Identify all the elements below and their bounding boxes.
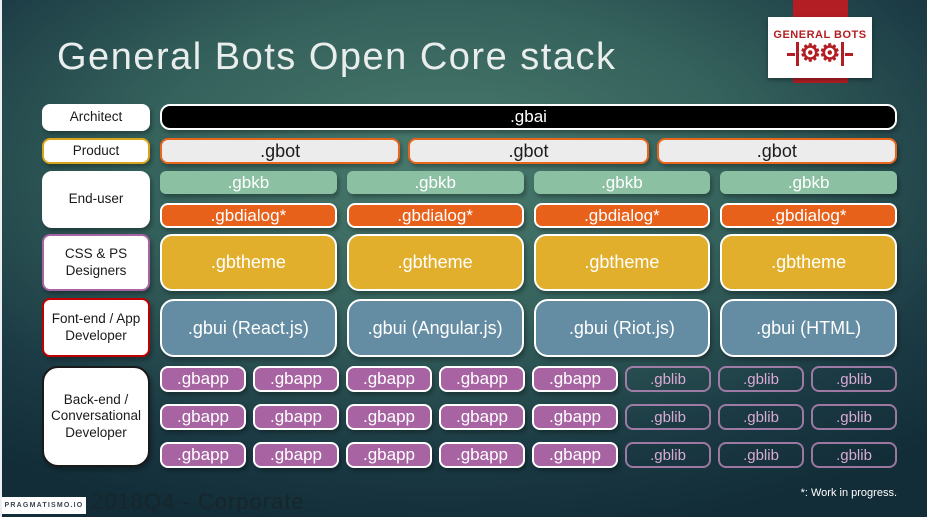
layer-gbkb-cell: .gbkb — [160, 171, 337, 194]
layer-gbdialog-cell: .gbdialog* — [720, 203, 897, 228]
backend-gbapp-cell: .gbapp — [160, 442, 246, 468]
edition-label: 2018Q4 - Corporate — [91, 489, 305, 514]
role-label-product: Product — [42, 138, 150, 164]
layer-gbot-cell: .gbot — [656, 138, 897, 164]
slide-edge-line — [0, 0, 2, 517]
role-label-css-ps-designers: CSS & PS Designers — [42, 234, 150, 291]
backend-gblib-cell: .gblib — [811, 404, 897, 430]
layer-row-gbai: .gbai — [160, 104, 897, 130]
layer-gbtheme-cell: .gbtheme — [533, 234, 711, 291]
role-label-architect: Architect — [42, 104, 150, 131]
backend-gbapp-cell: .gbapp — [346, 442, 432, 468]
logo-bar — [840, 42, 844, 66]
work-in-progress-note: *: Work in progress. — [800, 487, 897, 499]
layer-gbtheme-cell: .gbtheme — [720, 234, 897, 291]
layer-gbui-cell: .gbui (HTML) — [720, 299, 897, 357]
backend-gblib-cell: .gblib — [625, 442, 711, 468]
backend-gblib-cell: .gblib — [625, 366, 711, 392]
backend-gbapp-cell: .gbapp — [532, 442, 618, 468]
general-bots-logo: GENERAL BOTS ⚙ ⚙ — [768, 17, 872, 78]
backend-gbapp-cell: .gbapp — [253, 442, 339, 468]
logo-line — [844, 52, 853, 56]
layer-row-gbot: .gbot .gbot .gbot — [160, 138, 897, 164]
slide-title: General Bots Open Core stack — [57, 36, 617, 78]
backend-gblib-cell: .gblib — [811, 366, 897, 392]
layer-gbui-cell: .gbui (Angular.js) — [346, 299, 524, 357]
backend-gbapp-cell: .gbapp — [253, 366, 339, 392]
layer-gbtheme-cell: .gbtheme — [346, 234, 524, 291]
layer-gbtheme-cell: .gbtheme — [160, 234, 337, 291]
role-label-frontend-app-developer: Font-end / App Developer — [42, 298, 150, 357]
layer-gbai-cell: .gbai — [160, 104, 897, 130]
backend-row-1: .gbapp .gbapp .gbapp .gbapp .gbapp .gbli… — [160, 366, 897, 392]
layer-gbui-cell: .gbui (React.js) — [160, 299, 337, 357]
backend-row-3: .gbapp .gbapp .gbapp .gbapp .gbapp .gbli… — [160, 442, 897, 468]
backend-gbapp-cell: .gbapp — [532, 366, 618, 392]
layer-gbkb-cell: .gbkb — [533, 171, 711, 194]
backend-gblib-cell: .gblib — [625, 404, 711, 430]
backend-gbapp-cell: .gbapp — [160, 366, 246, 392]
backend-gbapp-cell: .gbapp — [439, 366, 525, 392]
layer-row-gbui: .gbui (React.js) .gbui (Angular.js) .gbu… — [160, 299, 897, 357]
backend-gbapp-cell: .gbapp — [346, 366, 432, 392]
layer-gbdialog-cell: .gbdialog* — [533, 203, 711, 228]
backend-gblib-cell: .gblib — [811, 442, 897, 468]
backend-gbapp-cell: .gbapp — [160, 404, 246, 430]
backend-gbapp-cell: .gbapp — [439, 442, 525, 468]
backend-gblib-cell: .gblib — [718, 442, 804, 468]
gear-icon: ⚙ — [819, 40, 841, 67]
backend-row-2: .gbapp .gbapp .gbapp .gbapp .gbapp .gbli… — [160, 404, 897, 430]
role-label-backend-conversational-developer: Back-end / Conversational Developer — [42, 366, 150, 467]
layer-row-gbtheme: .gbtheme .gbtheme .gbtheme .gbtheme — [160, 234, 897, 291]
stack-diagram: .gbai .gbot .gbot .gbot .gbkb .gbkb .gbk… — [160, 104, 897, 468]
logo-gears: ⚙ ⚙ — [787, 40, 853, 67]
backend-gblib-cell: .gblib — [718, 404, 804, 430]
backend-gbapp-cell: .gbapp — [532, 404, 618, 430]
logo-line — [787, 52, 796, 56]
gear-icon: ⚙ — [799, 40, 821, 67]
layer-gbkb-cell: .gbkb — [346, 171, 524, 194]
pragmatismo-watermark: PRAGMATISMO.IO — [2, 497, 86, 514]
layer-row-gbdialog: .gbdialog* .gbdialog* .gbdialog* .gbdial… — [160, 203, 897, 228]
layer-gbdialog-cell: .gbdialog* — [160, 203, 337, 228]
role-label-end-user: End-user — [42, 171, 150, 228]
layer-gbui-cell: .gbui (Riot.js) — [533, 299, 711, 357]
layer-gbdialog-cell: .gbdialog* — [346, 203, 524, 228]
layer-gbot-cell: .gbot — [408, 138, 649, 164]
backend-gblib-cell: .gblib — [718, 366, 804, 392]
backend-gbapp-cell: .gbapp — [253, 404, 339, 430]
layer-row-gbkb: .gbkb .gbkb .gbkb .gbkb — [160, 171, 897, 194]
layer-gbkb-cell: .gbkb — [720, 171, 897, 194]
layer-gbot-cell: .gbot — [160, 138, 401, 164]
backend-gbapp-cell: .gbapp — [346, 404, 432, 430]
backend-gbapp-cell: .gbapp — [439, 404, 525, 430]
